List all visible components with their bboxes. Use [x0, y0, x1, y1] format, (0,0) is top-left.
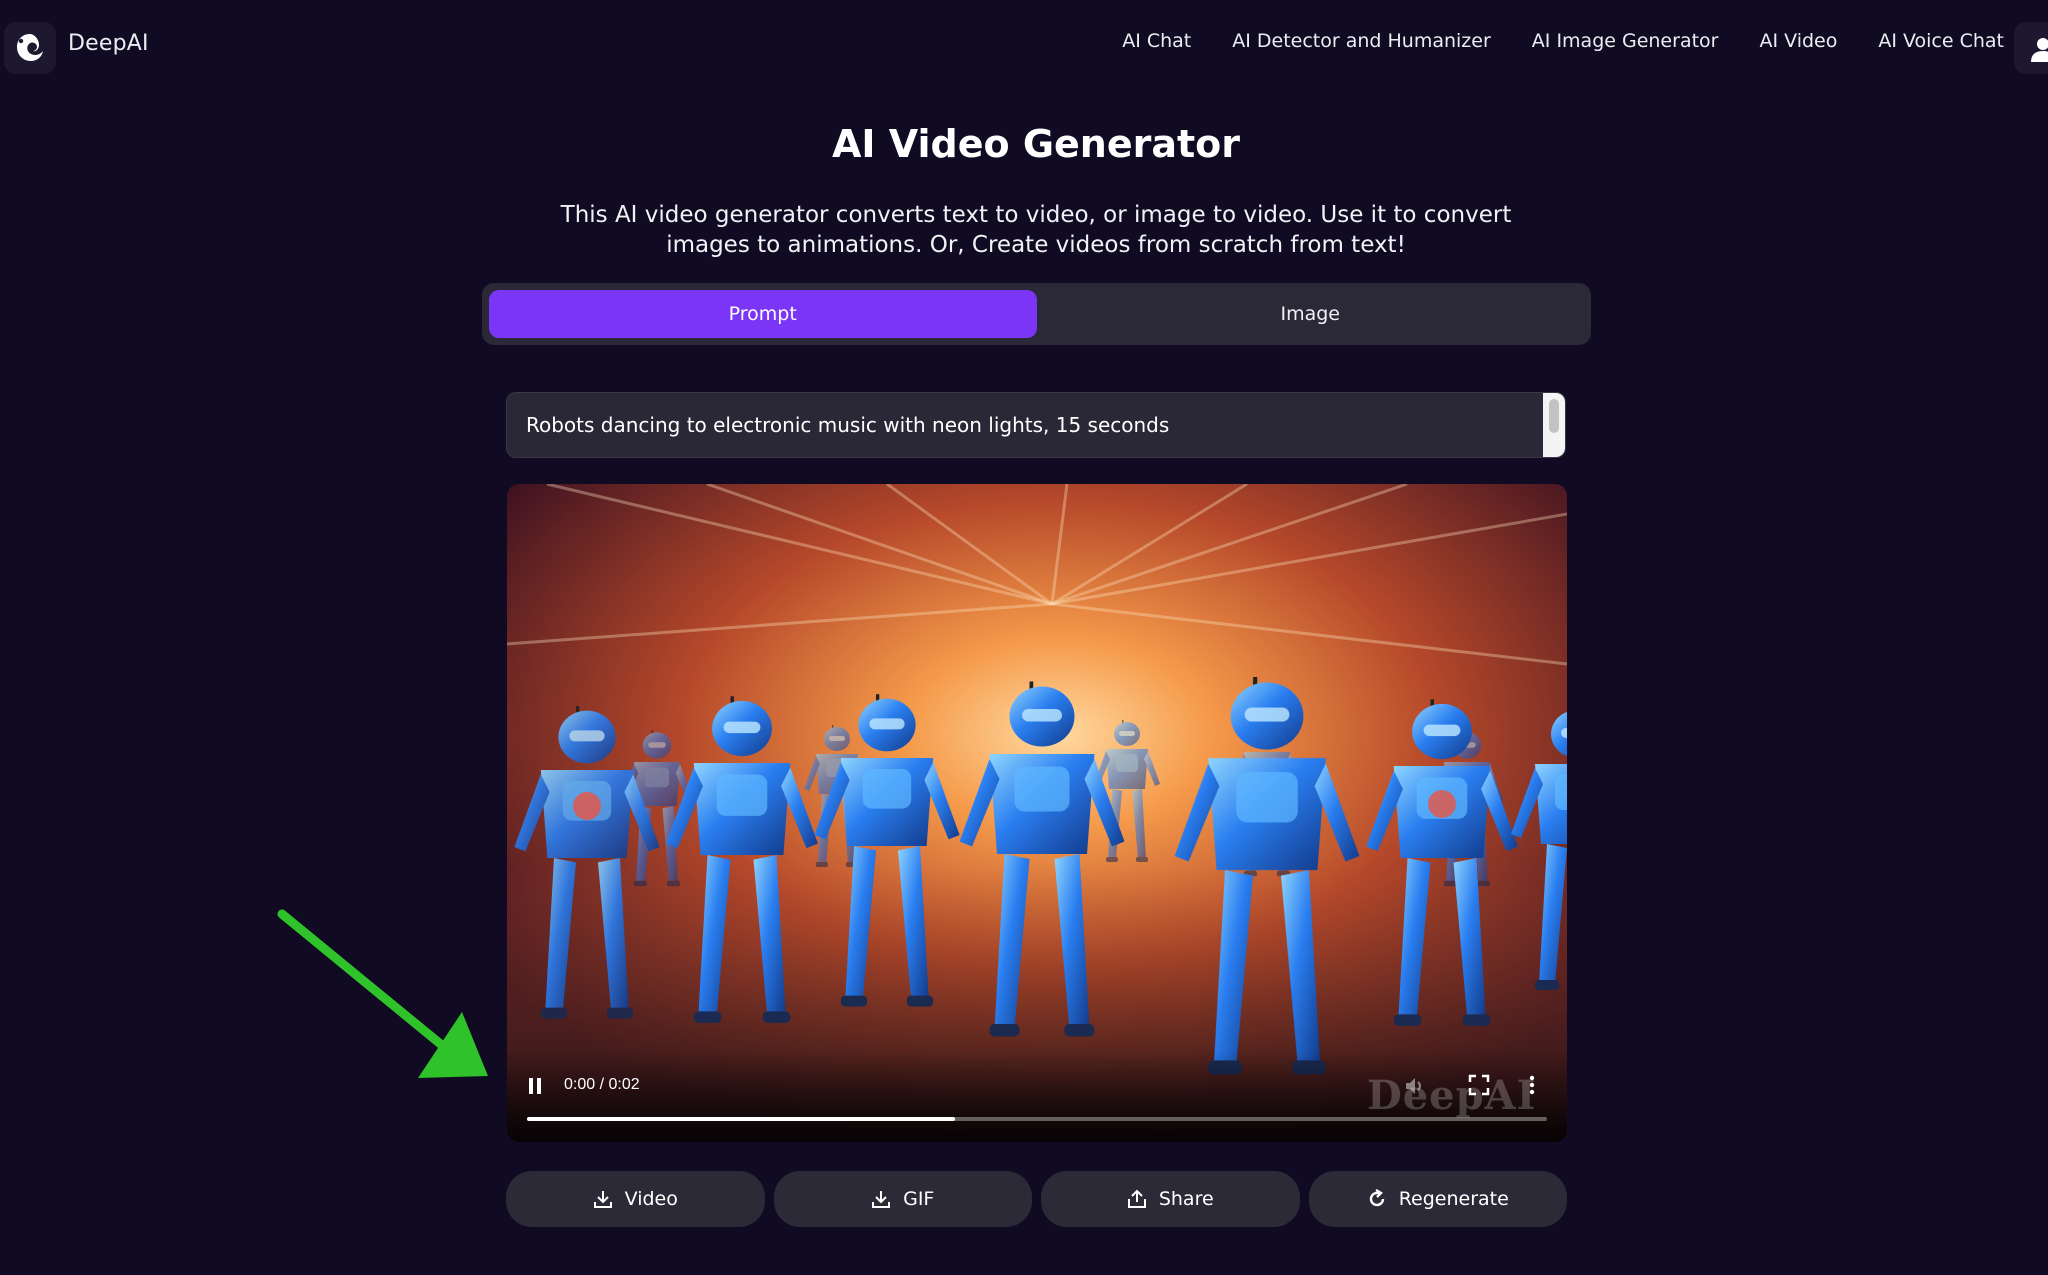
- annotation-arrow-icon: [277, 909, 488, 1078]
- page-description: This AI video generator converts text to…: [560, 202, 1512, 258]
- regenerate-button[interactable]: Regenerate: [1308, 1171, 1567, 1227]
- input-mode-tabs: Prompt Image: [482, 283, 1591, 345]
- video-progress-bar[interactable]: [527, 1117, 1547, 1121]
- regenerate-label: Regenerate: [1398, 1188, 1509, 1210]
- user-icon: [2031, 38, 2048, 62]
- download-gif-button[interactable]: GIF: [773, 1171, 1032, 1227]
- more-vertical-icon[interactable]: [1527, 1074, 1537, 1096]
- share-button[interactable]: Share: [1041, 1171, 1300, 1227]
- prompt-text: Robots dancing to electronic music with …: [526, 413, 1170, 437]
- pause-icon[interactable]: [527, 1078, 543, 1094]
- nav-link-ai-detector[interactable]: AI Detector and Humanizer: [1232, 30, 1491, 52]
- video-actions: Video GIF Share Regenerate: [506, 1171, 1567, 1227]
- video-player[interactable]: DeepAI 0:00 / 0:02: [507, 484, 1567, 1142]
- nav-link-ai-chat[interactable]: AI Chat: [1122, 30, 1191, 52]
- tab-image[interactable]: Image: [1037, 290, 1585, 338]
- nav-link-ai-voice-chat[interactable]: AI Voice Chat: [1878, 30, 2004, 52]
- page-title: AI Video Generator: [831, 122, 1241, 166]
- prompt-scrollbar[interactable]: [1543, 393, 1565, 457]
- volume-icon[interactable]: [1403, 1074, 1427, 1098]
- share-icon: [1127, 1189, 1146, 1208]
- prompt-textarea[interactable]: Robots dancing to electronic music with …: [506, 392, 1566, 458]
- deepai-logo-icon[interactable]: [4, 22, 56, 74]
- nav-link-ai-image-generator[interactable]: AI Image Generator: [1532, 30, 1719, 52]
- refresh-icon: [1369, 1189, 1384, 1207]
- video-watermark: DeepAI: [1367, 1072, 1537, 1119]
- download-video-button[interactable]: Video: [506, 1171, 765, 1227]
- video-frame-image: [507, 484, 1567, 1142]
- video-progress-fill: [527, 1117, 956, 1121]
- download-icon: [593, 1191, 612, 1208]
- nav-links: AI Chat AI Detector and Humanizer AI Ima…: [1122, 30, 2004, 52]
- download-icon: [872, 1191, 891, 1208]
- brand-name[interactable]: DeepAI: [68, 31, 149, 56]
- share-label: Share: [1158, 1188, 1214, 1210]
- download-video-label: Video: [624, 1188, 678, 1210]
- nav-link-ai-video[interactable]: AI Video: [1759, 30, 1837, 52]
- top-navbar: DeepAI AI Chat AI Detector and Humanizer…: [0, 0, 2048, 90]
- fullscreen-icon[interactable]: [1468, 1074, 1490, 1096]
- download-gif-label: GIF: [903, 1188, 935, 1210]
- user-account-button[interactable]: [2014, 22, 2048, 74]
- scrollbar-thumb[interactable]: [1549, 399, 1559, 433]
- video-time: 0:00 / 0:02: [564, 1076, 640, 1093]
- tab-prompt[interactable]: Prompt: [489, 290, 1037, 338]
